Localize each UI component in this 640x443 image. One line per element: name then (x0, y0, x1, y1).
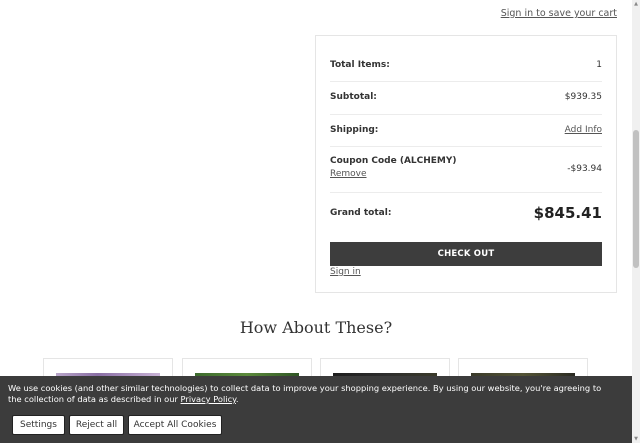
period: . (235, 394, 239, 404)
scroll-down-icon[interactable]: ▼ (632, 436, 640, 442)
grand-total-label: Grand total: (330, 208, 392, 218)
divider (330, 114, 602, 115)
subtotal-label: Subtotal: (330, 92, 377, 102)
shipping-row: Shipping: Add Info (330, 125, 602, 135)
grand-total-row: Grand total: $845.41 (330, 204, 602, 222)
cookie-message: We use cookies (and other similar techno… (8, 383, 608, 405)
cookie-banner: We use cookies (and other similar techno… (0, 376, 632, 443)
grand-total-value: $845.41 (533, 204, 602, 222)
divider (330, 146, 602, 147)
coupon-row: Coupon Code (ALCHEMY) Remove -$93.94 (330, 156, 602, 179)
scrollbar-thumb[interactable] (633, 130, 639, 268)
page-scrollbar[interactable]: ▲ ▼ (632, 0, 640, 443)
accept-all-cookies-button[interactable]: Accept All Cookies (128, 415, 222, 435)
subtotal-value: $939.35 (564, 92, 602, 102)
recommendations-title: How About These? (239, 318, 393, 337)
add-shipping-info-link[interactable]: Add Info (565, 125, 602, 135)
total-items-value: 1 (596, 60, 602, 70)
total-items-label: Total Items: (330, 60, 390, 70)
total-items-row: Total Items: 1 (330, 60, 602, 70)
checkout-button[interactable]: CHECK OUT (330, 242, 602, 266)
privacy-policy-link[interactable]: Privacy Policy (181, 394, 236, 404)
cookie-text: We use cookies (and other similar techno… (8, 383, 602, 404)
divider (330, 192, 602, 193)
remove-coupon-link[interactable]: Remove (330, 169, 457, 179)
shipping-label: Shipping: (330, 125, 379, 135)
subtotal-row: Subtotal: $939.35 (330, 92, 602, 102)
reject-all-button[interactable]: Reject all (69, 415, 124, 435)
order-summary: Total Items: 1 Subtotal: $939.35 Shippin… (315, 35, 617, 293)
divider (330, 81, 602, 82)
coupon-code-label: Coupon Code (ALCHEMY) (330, 156, 457, 166)
sign-in-to-save-cart-link[interactable]: Sign in to save your cart (501, 8, 617, 19)
cookie-settings-button[interactable]: Settings (12, 415, 65, 435)
sign-in-link[interactable]: Sign in (330, 267, 361, 277)
scroll-up-icon[interactable]: ▲ (632, 1, 640, 7)
coupon-discount-value: -$93.94 (567, 164, 602, 174)
